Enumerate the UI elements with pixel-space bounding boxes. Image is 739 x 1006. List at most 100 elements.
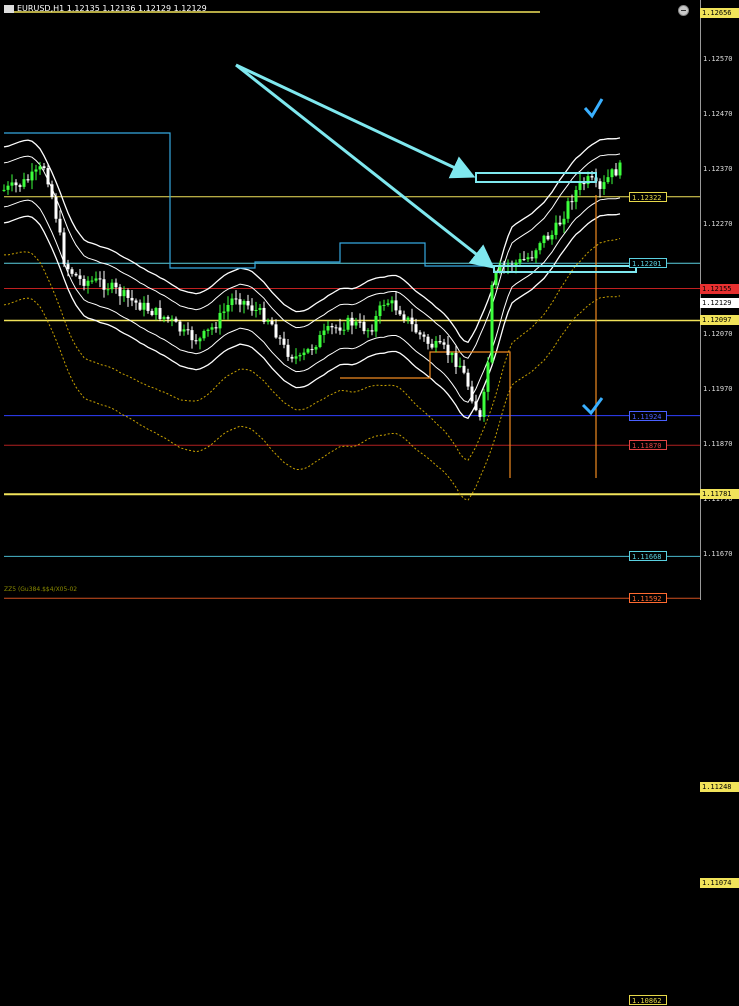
- candle-body: [254, 309, 258, 311]
- candle-body: [78, 275, 82, 279]
- candle-body: [102, 279, 106, 290]
- candle-body: [422, 334, 426, 337]
- candle-body: [222, 311, 226, 313]
- candle-body: [394, 300, 398, 311]
- candle-body: [18, 185, 22, 187]
- candle-body: [286, 344, 290, 357]
- candle-body: [62, 232, 66, 265]
- candle-body: [426, 336, 430, 344]
- candle-body: [466, 372, 470, 387]
- candle-body: [614, 169, 618, 176]
- level-label: 1.12322: [629, 191, 667, 202]
- upper-band-outer: [3, 137, 621, 344]
- candle-body: [170, 318, 174, 320]
- candle-body: [366, 330, 370, 332]
- candle-body: [318, 335, 322, 348]
- candle-body: [606, 177, 610, 183]
- candle-body: [274, 324, 278, 338]
- candle-body: [354, 321, 358, 326]
- checkmark-icon: [581, 397, 604, 416]
- candle-body: [214, 327, 218, 329]
- candle-body: [46, 168, 50, 185]
- candle-body: [262, 307, 266, 322]
- candle-body: [230, 298, 234, 306]
- axis-price-tag: 1.12097: [700, 315, 739, 326]
- candle-body: [294, 356, 298, 359]
- price-tick: 1.12270: [703, 220, 733, 229]
- candle-body: [410, 317, 414, 325]
- candle-body: [350, 317, 354, 326]
- candle-body: [166, 316, 170, 319]
- lower-band-inner: [3, 197, 621, 403]
- candle-body: [446, 344, 450, 356]
- candle-body: [70, 269, 74, 274]
- candle-body: [590, 176, 594, 178]
- candle-body: [22, 179, 26, 187]
- price-tick: 1.11970: [703, 385, 733, 394]
- candle-body: [206, 329, 210, 331]
- chart-window[interactable]: EURUSD,H1 1.12135 1.12136 1.12129 1.1212…: [0, 0, 739, 1005]
- candle-body: [182, 329, 186, 332]
- candle-body: [310, 349, 314, 351]
- candle-body: [106, 289, 110, 291]
- candle-body: [42, 166, 46, 169]
- candle-body: [346, 317, 350, 330]
- axis-price-tag: 1.11248: [700, 782, 739, 793]
- candle-body: [550, 234, 554, 240]
- candle-body: [210, 327, 214, 330]
- candle-body: [34, 169, 38, 172]
- candle-body: [190, 330, 194, 341]
- candle-body: [558, 222, 562, 225]
- axis-price-tag: 1.12656: [700, 8, 739, 18]
- candle-body: [150, 310, 154, 315]
- candle-body: [526, 257, 530, 260]
- candle-body: [282, 338, 286, 345]
- candle-body: [298, 355, 302, 357]
- candle-body: [146, 302, 150, 311]
- highlight-box: [475, 172, 597, 183]
- candle-body: [370, 330, 374, 332]
- candle-body: [434, 341, 438, 348]
- candle-body: [450, 353, 454, 356]
- candle-body: [50, 184, 54, 198]
- candle-body: [234, 298, 238, 300]
- level-label: 1.10862: [629, 994, 667, 1005]
- settings-gear-icon[interactable]: [678, 5, 689, 16]
- level-label: 1.11668: [629, 551, 667, 562]
- candle-body: [302, 352, 306, 356]
- candle-body: [602, 182, 606, 189]
- candle-body: [86, 280, 90, 286]
- candle-body: [218, 312, 222, 329]
- candle-body: [242, 301, 246, 305]
- level-label: 1.11870: [629, 440, 667, 451]
- candle-body: [266, 320, 270, 322]
- candle-body: [246, 301, 250, 306]
- candle-body: [486, 362, 490, 392]
- candle-body: [26, 179, 30, 181]
- candle-body: [314, 347, 318, 350]
- candle-body: [598, 181, 602, 189]
- candle-body: [470, 386, 474, 402]
- candle-body: [618, 162, 622, 176]
- candle-body: [546, 235, 550, 240]
- candle-body: [122, 290, 126, 297]
- candle-body: [38, 166, 42, 170]
- candle-body: [30, 171, 34, 181]
- candle-body: [2, 189, 6, 191]
- candle-body: [14, 182, 18, 186]
- candle-body: [250, 305, 254, 311]
- candle-body: [202, 330, 206, 339]
- candle-body: [518, 259, 522, 263]
- candle-body: [474, 401, 478, 411]
- candle-body: [58, 218, 62, 233]
- price-chart[interactable]: [0, 0, 739, 600]
- candle-body: [6, 185, 10, 190]
- price-tick: 1.12370: [703, 165, 733, 174]
- candle-body: [570, 201, 574, 203]
- candle-body: [194, 340, 198, 342]
- candle-body: [66, 264, 70, 270]
- candle-body: [494, 272, 498, 286]
- candle-body: [142, 302, 146, 310]
- candle-body: [538, 243, 542, 251]
- candle-body: [174, 318, 178, 322]
